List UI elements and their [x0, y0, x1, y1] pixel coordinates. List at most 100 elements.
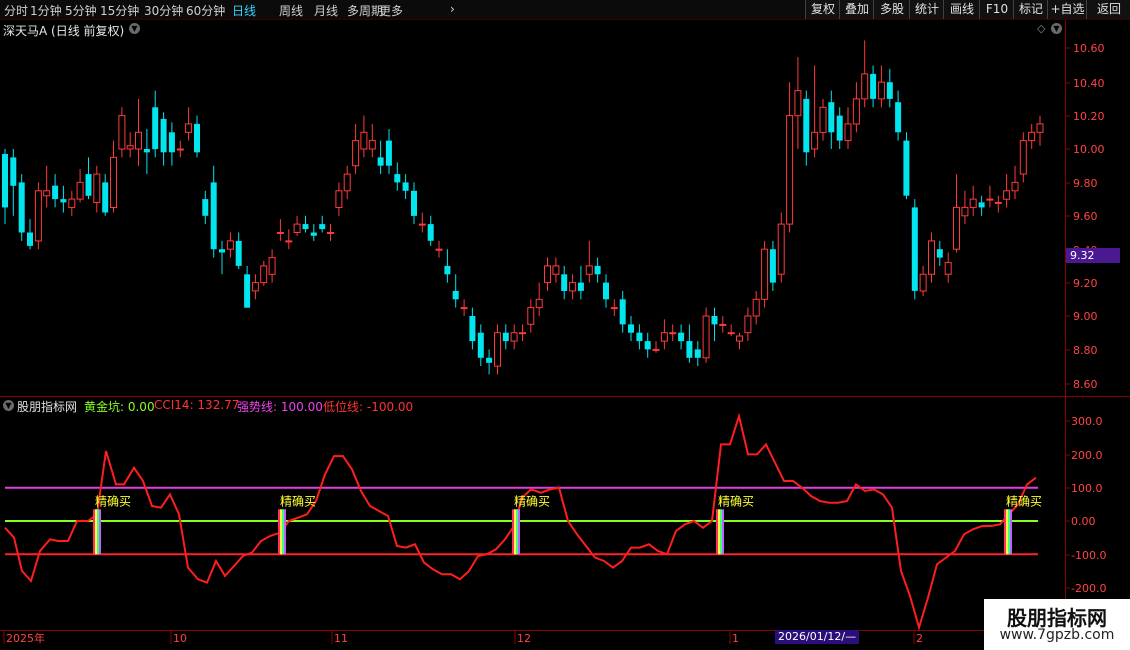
candle-body-2 — [18, 182, 25, 233]
candle-34 — [285, 229, 293, 250]
candle-body-0 — [2, 154, 8, 208]
candle-body-30 — [251, 282, 259, 292]
candle-12 — [102, 174, 109, 216]
candle-109 — [911, 199, 918, 300]
candle-14 — [118, 107, 126, 158]
candle-body-34 — [285, 240, 293, 243]
candle-body-59 — [494, 332, 501, 367]
candle-58 — [486, 349, 493, 375]
candle-117 — [978, 195, 985, 216]
candle-body-61 — [510, 332, 518, 342]
candle-body-92 — [769, 249, 776, 283]
candle-body-78 — [652, 348, 660, 351]
candle-body-65 — [544, 265, 551, 284]
candle-body-80 — [669, 332, 677, 335]
candle-37 — [310, 224, 317, 241]
candle-body-23 — [194, 123, 200, 153]
buy-signal-bar-1-2 — [282, 509, 284, 555]
price-label-8: 9.20 — [1073, 277, 1098, 290]
candle-body-18 — [152, 107, 159, 150]
candle-body-38 — [319, 224, 326, 230]
candle-86 — [719, 316, 727, 333]
candle-116 — [969, 185, 977, 216]
candle-60 — [502, 324, 509, 350]
candle-94 — [786, 82, 794, 233]
buy-signal-bar-4-1 — [1006, 509, 1008, 555]
candle-3 — [27, 219, 33, 250]
candle-93 — [777, 212, 785, 283]
candle-65 — [544, 257, 551, 291]
candle-47 — [394, 162, 401, 191]
candle-body-25 — [210, 182, 217, 250]
watermark-url: www.7gpzb.com — [999, 627, 1115, 643]
candle-body-4 — [34, 190, 42, 242]
candle-body-57 — [477, 332, 484, 358]
candle-body-120 — [1003, 190, 1011, 200]
candle-body-5 — [43, 190, 51, 197]
candle-103 — [861, 40, 869, 108]
candle-21 — [176, 140, 184, 158]
candle-31 — [260, 260, 268, 286]
candle-64 — [535, 282, 543, 316]
candle-80 — [669, 324, 677, 342]
chart-area[interactable]: 10.6010.4010.2010.009.809.609.409.329.20… — [0, 0, 1130, 650]
candle-body-45 — [377, 157, 384, 166]
candle-46 — [385, 129, 392, 175]
candle-body-123 — [1028, 131, 1036, 142]
price-label-1: 10.40 — [1073, 77, 1105, 90]
candle-body-91 — [761, 248, 769, 300]
candle-body-66 — [552, 265, 560, 275]
candle-body-114 — [953, 206, 960, 250]
candle-body-41 — [343, 173, 351, 192]
candle-42 — [352, 123, 360, 175]
candle-body-33 — [276, 232, 284, 234]
candle-70 — [585, 240, 593, 283]
candle-body-11 — [93, 173, 101, 204]
buy-signal-bar-4-3 — [1010, 509, 1012, 555]
candle-115 — [961, 190, 969, 225]
candle-24 — [202, 190, 209, 225]
candle-body-63 — [527, 307, 535, 325]
candle-body-71 — [594, 265, 601, 275]
candle-body-50 — [418, 223, 426, 226]
candle-body-39 — [327, 232, 334, 234]
candle-body-75 — [628, 324, 634, 333]
candle-88 — [736, 332, 743, 350]
buy-signal-bar-1-1 — [280, 509, 282, 555]
candle-102 — [852, 82, 860, 133]
candle-body-43 — [360, 131, 368, 150]
candle-body-68 — [569, 282, 577, 292]
candle-13 — [110, 140, 117, 213]
candle-50 — [418, 212, 426, 233]
candle-body-55 — [460, 307, 468, 310]
candle-body-85 — [711, 316, 718, 325]
candle-body-7 — [60, 199, 67, 203]
candle-body-19 — [160, 118, 167, 153]
candle-body-44 — [368, 140, 376, 150]
candle-26 — [219, 240, 225, 275]
ind-axis-label-0: 300.0 — [1071, 415, 1103, 428]
buy-signal-0: 精确买 — [93, 494, 131, 555]
candle-body-52 — [435, 248, 443, 251]
candle-body-72 — [603, 282, 609, 300]
candle-body-86 — [719, 323, 727, 326]
candle-body-111 — [928, 240, 935, 275]
candle-1 — [10, 149, 17, 216]
candle-124 — [1036, 115, 1044, 146]
candle-body-119 — [994, 201, 1002, 204]
candle-body-32 — [268, 257, 276, 275]
candle-5 — [43, 165, 51, 208]
candle-30 — [251, 274, 259, 300]
buy-signal-label-2: 精确买 — [514, 494, 550, 508]
date-label-5: 2 — [916, 632, 923, 645]
ind-axis-label-1: 200.0 — [1071, 449, 1103, 462]
candle-body-47 — [394, 174, 401, 183]
date-label-1: 10 — [173, 632, 187, 645]
buy-signal-bar-2-3 — [518, 509, 520, 555]
candle-23 — [194, 115, 200, 158]
price-label-9: 9.00 — [1073, 310, 1098, 323]
candle-122 — [1019, 132, 1027, 183]
buy-signal-label-4: 精确买 — [1006, 494, 1042, 508]
candle-123 — [1028, 123, 1036, 149]
candle-body-8 — [68, 198, 76, 208]
